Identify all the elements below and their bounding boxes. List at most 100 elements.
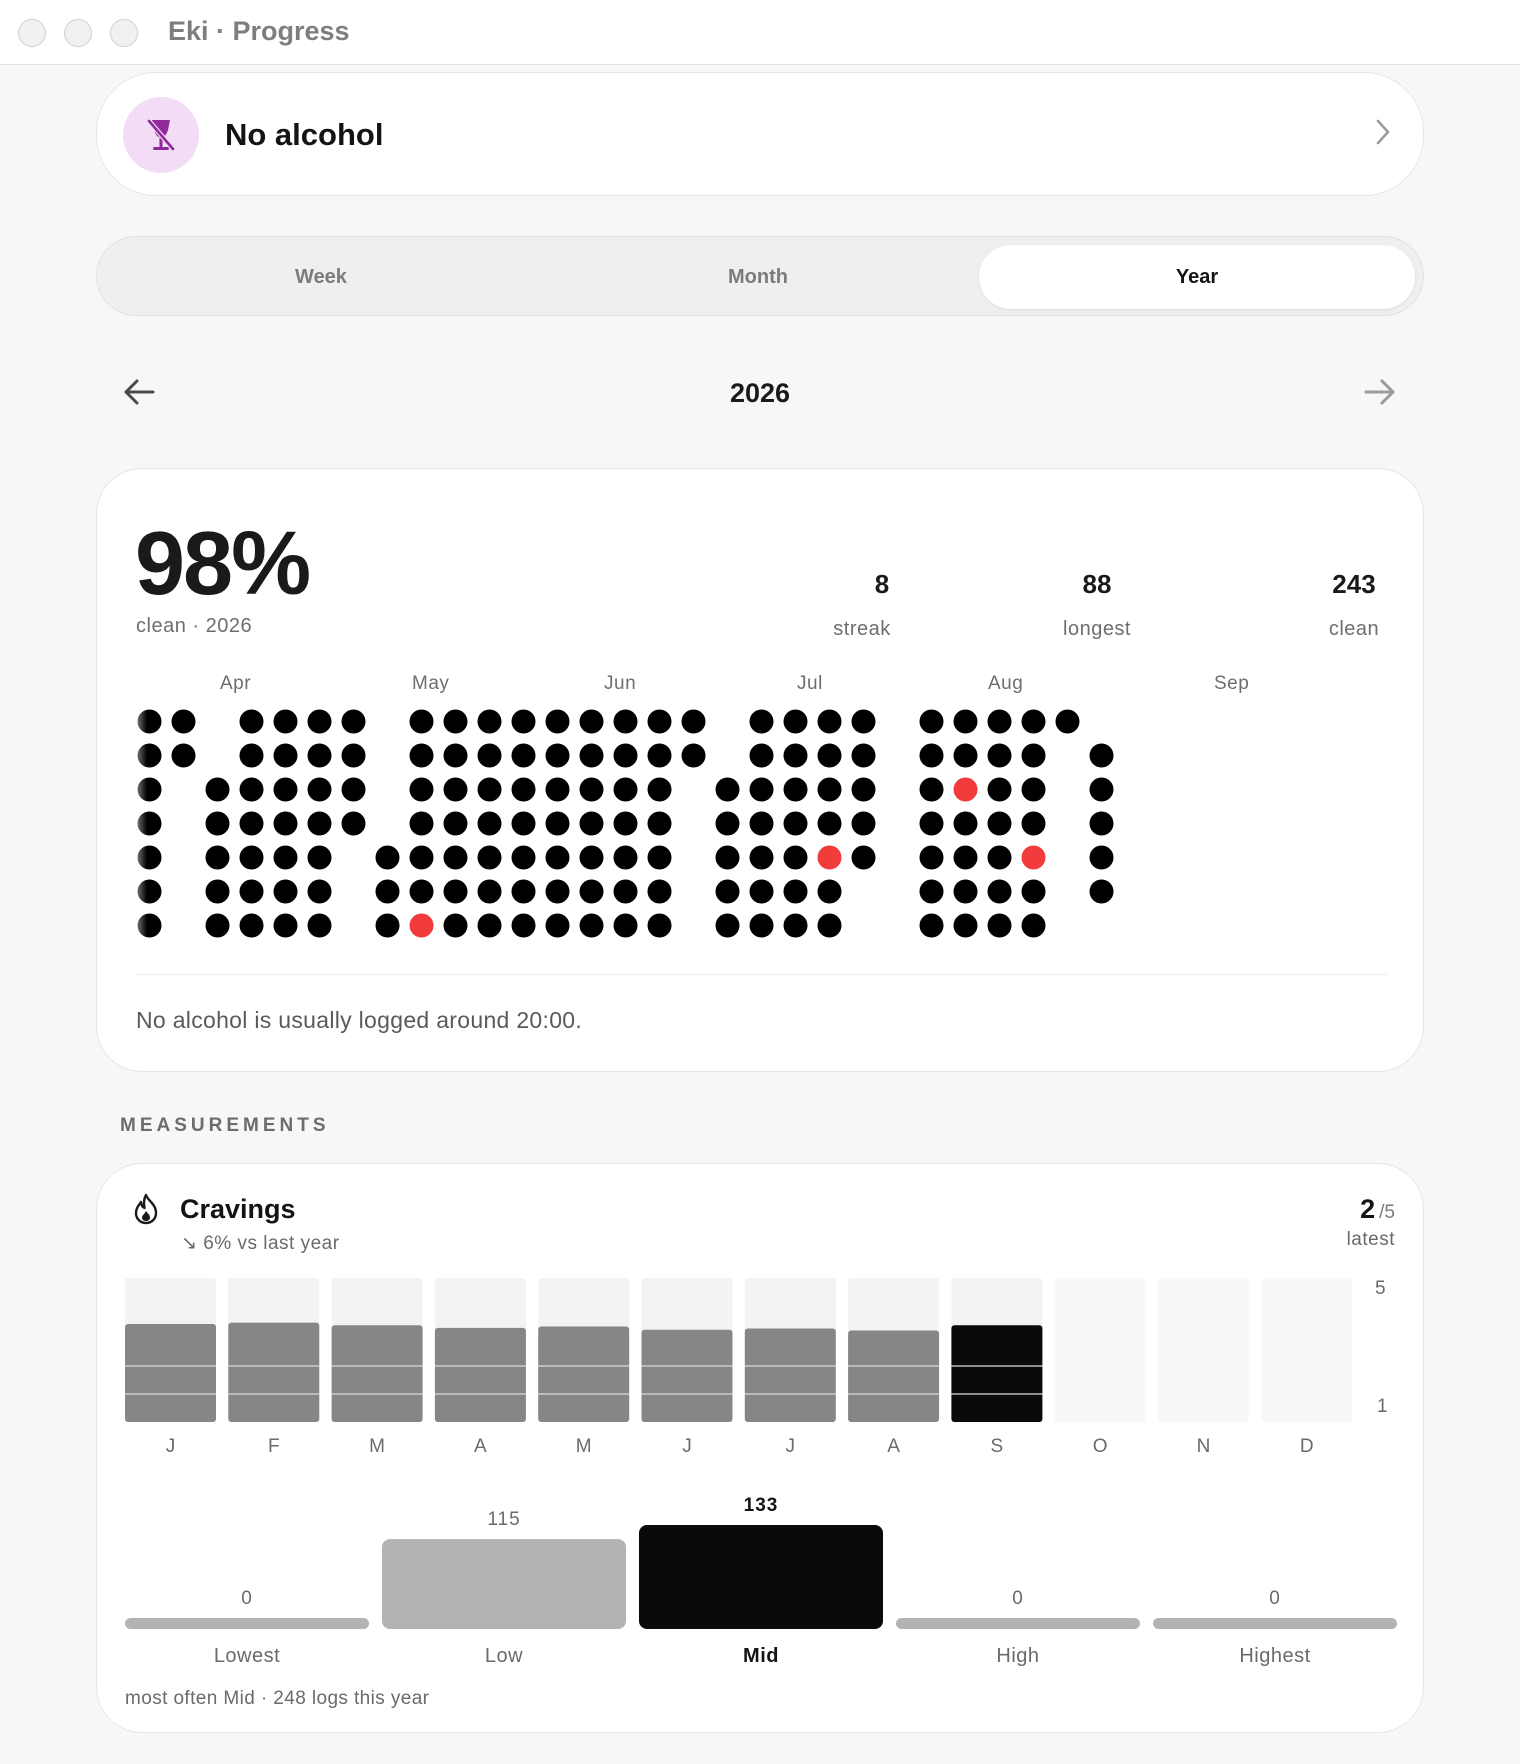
calendar-day-clean	[783, 845, 808, 870]
month-bar-current	[951, 1325, 1043, 1422]
calendar-day-clean	[1021, 879, 1046, 904]
tab-month[interactable]: Month	[540, 245, 976, 309]
minimize-window-button[interactable]	[64, 19, 92, 47]
calendar-day-clean	[443, 913, 468, 938]
calendar-day-clean	[545, 777, 570, 802]
habit-selector[interactable]: No alcohol	[96, 72, 1424, 196]
month-initial: J	[166, 1436, 176, 1457]
calendar-day-clean	[477, 743, 502, 768]
calendar-day-clean	[613, 743, 638, 768]
tab-week[interactable]: Week	[103, 245, 539, 309]
calendar-day-clean	[579, 913, 604, 938]
calendar-day-clean	[783, 777, 808, 802]
calendar-day-slip	[409, 913, 434, 938]
calendar-day-clean	[749, 709, 774, 734]
close-window-button[interactable]	[18, 19, 46, 47]
calendar-day-clean	[953, 913, 978, 938]
distribution-summary: most often Mid · 248 logs this year	[125, 1688, 430, 1709]
calendar-day-clean	[1021, 811, 1046, 836]
chevron-right-icon	[1376, 119, 1390, 145]
calendar-day-clean	[1021, 743, 1046, 768]
calendar-day-clean	[205, 811, 230, 836]
calendar-day-clean	[545, 743, 570, 768]
month-initial: M	[369, 1436, 385, 1457]
calendar-day-clean	[239, 743, 264, 768]
distribution-label: High	[996, 1645, 1039, 1667]
calendar-day-clean	[443, 879, 468, 904]
calendar-day-clean	[545, 845, 570, 870]
calendar-day-clean	[205, 845, 230, 870]
calendar-day-clean	[477, 879, 502, 904]
calendar-day-clean	[273, 777, 298, 802]
calendar-day-clean	[307, 709, 332, 734]
calendar-day-clean	[681, 709, 706, 734]
distribution-bar	[896, 1618, 1140, 1629]
calendar-day-clean	[205, 913, 230, 938]
calendar-day-clean	[511, 709, 536, 734]
distribution-label: Highest	[1239, 1645, 1310, 1667]
calendar-day-clean	[1089, 811, 1114, 836]
calendar-day-clean	[239, 709, 264, 734]
calendar-day-clean	[953, 709, 978, 734]
month-bar	[848, 1330, 940, 1422]
calendar-day-clean	[511, 811, 536, 836]
calendar-day-clean	[579, 777, 604, 802]
calendar-day-clean	[749, 879, 774, 904]
distribution-label: Mid	[743, 1645, 779, 1667]
progress-summary-card: 98% clean · 2026 8 streak 88 longest 243…	[96, 468, 1424, 1072]
distribution-count: 0	[241, 1588, 253, 1609]
calendar-day-clean	[613, 777, 638, 802]
calendar-day-clean	[511, 845, 536, 870]
distribution-bar	[382, 1539, 626, 1629]
calendar-day-clean	[749, 845, 774, 870]
calendar-day-clean	[375, 913, 400, 938]
calendar-day-clean	[1089, 743, 1114, 768]
calendar-day-clean	[919, 811, 944, 836]
no-alcohol-icon	[123, 97, 199, 173]
tab-year[interactable]: Year	[979, 245, 1415, 309]
calendar-day-clean	[307, 777, 332, 802]
calendar-day-slip	[1021, 845, 1046, 870]
measurements-section-label: MEASUREMENTS	[120, 1115, 330, 1136]
calendar-day-clean	[579, 879, 604, 904]
calendar-day-clean	[1021, 913, 1046, 938]
calendar-day-clean	[953, 743, 978, 768]
calendar-day-slip	[817, 845, 842, 870]
calendar-day-clean	[1055, 709, 1080, 734]
usual-time-note: No alcohol is usually logged around 20:0…	[136, 1007, 583, 1033]
calendar-day-clean	[851, 743, 876, 768]
distribution-label: Low	[485, 1645, 523, 1667]
calendar-day-clean	[749, 777, 774, 802]
calendar-day-clean	[579, 811, 604, 836]
calendar-day-clean	[647, 743, 672, 768]
calendar-day-clean	[715, 913, 740, 938]
calendar-day-slip	[953, 777, 978, 802]
calendar-day-clean	[511, 879, 536, 904]
calendar-day-clean	[1021, 709, 1046, 734]
calendar-day-clean	[409, 743, 434, 768]
zoom-window-button[interactable]	[110, 19, 138, 47]
calendar-day-clean	[409, 709, 434, 734]
calendar-day-clean	[477, 811, 502, 836]
calendar-day-clean	[443, 845, 468, 870]
month-bar	[228, 1322, 320, 1422]
year-dot-calendar	[125, 699, 1114, 959]
month-initial: S	[991, 1436, 1004, 1457]
calendar-day-clean	[511, 777, 536, 802]
distribution-bar	[639, 1525, 883, 1629]
month-initial: J	[786, 1436, 796, 1457]
calendar-day-clean	[851, 811, 876, 836]
calendar-day-clean	[1089, 879, 1114, 904]
calendar-day-clean	[647, 913, 672, 938]
cravings-measurement-card: Cravings ↘ 6% vs last year 2/5 latest 5 …	[96, 1163, 1424, 1733]
calendar-day-clean	[579, 743, 604, 768]
calendar-day-clean	[715, 811, 740, 836]
month-initial: D	[1300, 1436, 1314, 1457]
calendar-day-clean	[205, 879, 230, 904]
calendar-day-clean	[307, 811, 332, 836]
next-year-arrow-icon[interactable]	[1362, 375, 1398, 409]
calendar-day-clean	[307, 879, 332, 904]
calendar-day-clean	[511, 913, 536, 938]
calendar-day-clean	[987, 743, 1012, 768]
month-initial: A	[474, 1436, 487, 1457]
